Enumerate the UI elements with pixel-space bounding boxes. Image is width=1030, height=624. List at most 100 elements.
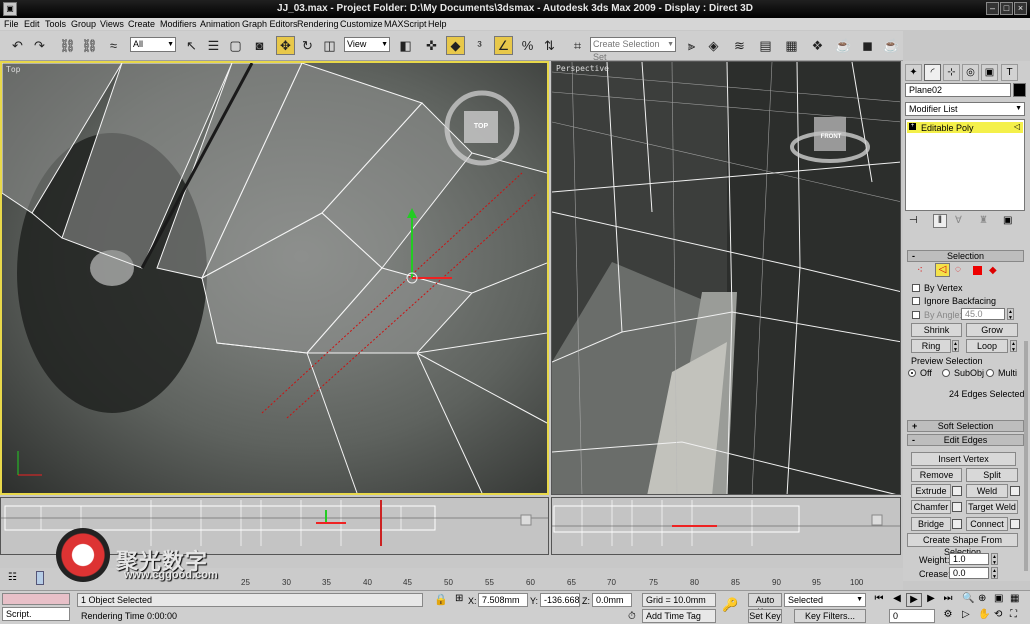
soft-selection-rollout-header[interactable]: + Soft Selection: [907, 420, 1024, 432]
viewport-label-top[interactable]: Top: [6, 65, 20, 74]
select-rotate-icon[interactable]: ↻: [298, 36, 317, 55]
x-coordinate-field[interactable]: 7.508mm: [478, 593, 528, 607]
ignore-backfacing-checkbox[interactable]: [912, 297, 920, 305]
bind-space-warp-icon[interactable]: ≈: [104, 36, 123, 55]
maxscript-mini-listener[interactable]: [2, 593, 70, 605]
quick-render-icon[interactable]: ☕: [882, 36, 901, 55]
display-tab-icon[interactable]: ▣: [981, 64, 998, 81]
set-key-icon[interactable]: 🔑: [722, 597, 738, 613]
menu-rendering[interactable]: Rendering: [297, 18, 339, 30]
previous-frame-icon[interactable]: ◀: [889, 593, 905, 607]
menu-customize[interactable]: Customize: [340, 18, 383, 30]
configure-sets-icon[interactable]: ▣: [1003, 215, 1012, 226]
reference-coord-dropdown[interactable]: View ▼: [344, 37, 390, 52]
make-unique-icon[interactable]: ∀: [955, 215, 962, 226]
by-angle-spinner[interactable]: ▲ ▼: [1007, 308, 1014, 321]
key-filters-button[interactable]: Key Filters...: [794, 609, 866, 623]
manipulate-icon[interactable]: ✜: [422, 36, 441, 55]
go-to-start-icon[interactable]: ⏮: [871, 593, 887, 607]
field-of-view-icon[interactable]: ▷: [962, 609, 977, 623]
weight-field[interactable]: 1.0: [949, 553, 989, 565]
create-shape-from-selection-button[interactable]: Create Shape From Selection: [907, 533, 1018, 557]
z-coordinate-field[interactable]: 0.0mm: [592, 593, 632, 607]
pan-icon[interactable]: ✋: [978, 609, 993, 623]
undo-icon[interactable]: ↶: [8, 36, 27, 55]
menu-group[interactable]: Group: [71, 18, 96, 30]
edge-mode-button-icon[interactable]: ◁: [935, 263, 950, 277]
render-setup-icon[interactable]: ☕: [834, 36, 853, 55]
loop-button[interactable]: Loop: [966, 339, 1008, 353]
command-panel-scrollbar[interactable]: [1024, 341, 1028, 571]
shrink-button[interactable]: Shrink: [911, 323, 962, 337]
select-scale-icon[interactable]: ◫: [320, 36, 339, 55]
align-icon[interactable]: ◈: [704, 36, 723, 55]
chamfer-settings-icon[interactable]: [952, 502, 962, 512]
menu-views[interactable]: Views: [100, 18, 124, 30]
zoom-extents-icon[interactable]: ▣: [994, 593, 1009, 607]
expand-icon[interactable]: +: [909, 123, 916, 130]
bridge-button[interactable]: Bridge: [911, 517, 951, 531]
preview-subobj-radio[interactable]: [942, 369, 950, 377]
selection-rollout-header[interactable]: - Selection: [907, 250, 1024, 262]
select-link-icon[interactable]: ⛓: [58, 36, 77, 55]
snaps-toggle-icon[interactable]: ³: [470, 36, 489, 55]
connect-settings-icon[interactable]: [1010, 519, 1020, 529]
rendered-frame-icon[interactable]: ◼: [858, 36, 877, 55]
show-end-result-icon[interactable]: ‖: [933, 214, 947, 228]
window-crossing-icon[interactable]: ◙: [250, 36, 269, 55]
maximize-icon[interactable]: □: [1000, 2, 1013, 15]
time-slider-thumb[interactable]: [36, 571, 44, 585]
stack-item-editable-poly[interactable]: + Editable Poly ◁: [907, 122, 1023, 133]
next-frame-icon[interactable]: ▶: [923, 593, 939, 607]
by-angle-field[interactable]: 45.0: [961, 308, 1005, 320]
create-tab-icon[interactable]: ✦: [905, 64, 922, 81]
object-name-field[interactable]: Plane02: [905, 83, 1011, 97]
maximize-viewport-icon[interactable]: ⛶: [1010, 609, 1025, 623]
add-time-tag-button[interactable]: Add Time Tag: [642, 609, 716, 623]
angle-snap-icon[interactable]: ∠: [494, 36, 513, 55]
by-vertex-checkbox[interactable]: [912, 284, 920, 292]
y-coordinate-field[interactable]: -136.668mm: [540, 593, 580, 607]
absolute-mode-icon[interactable]: ⊞: [455, 593, 467, 607]
remove-button[interactable]: Remove: [911, 468, 962, 482]
remove-modifier-icon[interactable]: ♜: [979, 215, 988, 226]
rect-selection-icon[interactable]: ▢: [226, 36, 245, 55]
material-editor-icon[interactable]: ❖: [808, 36, 827, 55]
edit-named-selection-icon[interactable]: ⌗: [568, 36, 587, 55]
ring-spinner[interactable]: ▲ ▼: [952, 340, 959, 353]
close-icon[interactable]: ×: [1014, 2, 1027, 15]
selection-filter-dropdown[interactable]: All ▼: [130, 37, 176, 52]
zoom-icon[interactable]: 🔍: [962, 593, 977, 607]
set-key-button[interactable]: Set Key: [748, 609, 782, 623]
viewport-perspective[interactable]: Perspective FRONT: [551, 61, 901, 495]
lock-selection-icon[interactable]: 🔒: [430, 593, 452, 607]
vertex-mode-icon[interactable]: ⁖: [917, 265, 923, 276]
select-object-icon[interactable]: ↖: [182, 36, 201, 55]
weld-settings-icon[interactable]: [1010, 486, 1020, 496]
hierarchy-tab-icon[interactable]: ⊹: [943, 64, 960, 81]
menu-tools[interactable]: Tools: [45, 18, 66, 30]
percent-snap-icon[interactable]: %: [518, 36, 537, 55]
unlink-icon[interactable]: ⛓: [80, 36, 99, 55]
time-config-icon[interactable]: ⚙: [940, 609, 956, 623]
pivot-center-icon[interactable]: ◧: [396, 36, 415, 55]
graphite-ribbon-icon[interactable]: ▤: [756, 36, 775, 55]
named-selection-set-dropdown[interactable]: Create Selection Set ▼: [590, 37, 676, 62]
maxscript-listener[interactable]: Script.: [2, 607, 70, 621]
chamfer-button[interactable]: Chamfer: [911, 500, 951, 514]
curve-editor-icon[interactable]: ▦: [782, 36, 801, 55]
menu-maxscript[interactable]: MAXScript: [384, 18, 427, 30]
modify-tab-icon[interactable]: ◜: [924, 64, 941, 81]
crease-field[interactable]: 0.0: [949, 567, 989, 579]
polygon-mode-icon[interactable]: [973, 266, 982, 275]
object-color-swatch[interactable]: [1013, 83, 1026, 97]
viewport-left[interactable]: [551, 497, 901, 555]
grow-button[interactable]: Grow: [966, 323, 1018, 337]
orbit-icon[interactable]: ⟲: [994, 609, 1009, 623]
menu-graph-editors[interactable]: Graph Editors: [242, 18, 298, 30]
weight-spinner[interactable]: ▲ ▼: [991, 553, 998, 566]
menu-file[interactable]: File: [4, 18, 19, 30]
select-move-icon[interactable]: ✥: [276, 36, 295, 55]
utilities-tab-icon[interactable]: T: [1001, 64, 1018, 81]
select-by-name-icon[interactable]: ☰: [204, 36, 223, 55]
